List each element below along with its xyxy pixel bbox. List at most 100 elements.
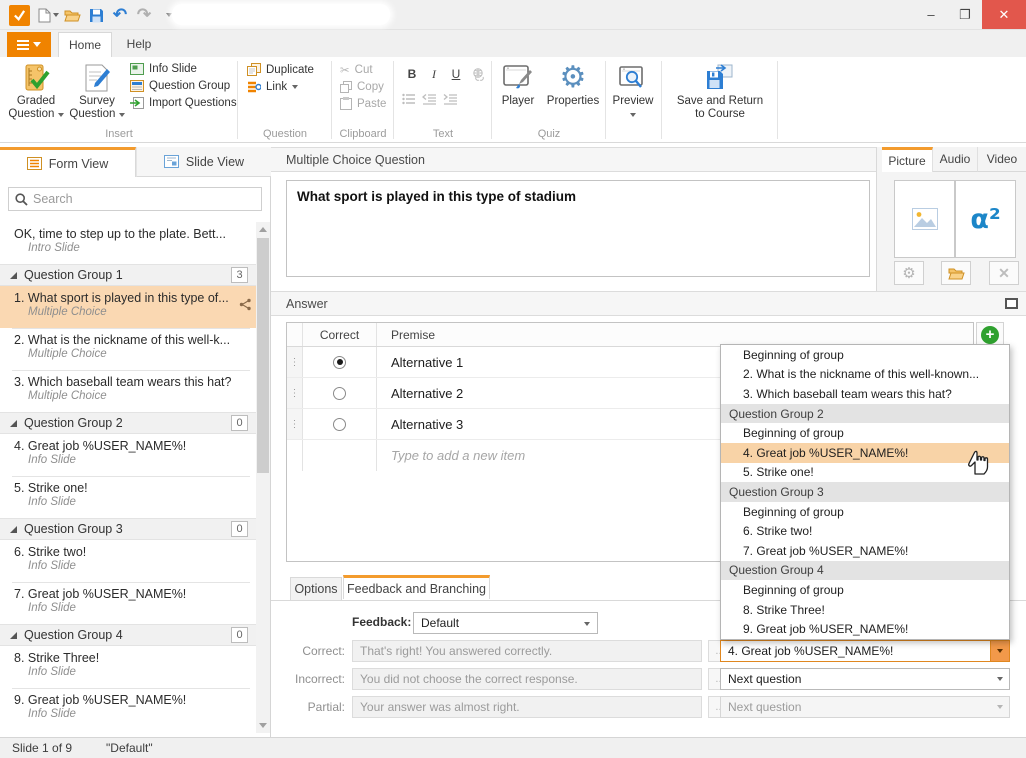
correct-radio[interactable] bbox=[333, 418, 346, 431]
answer-header: Answer bbox=[271, 291, 1026, 316]
collapse-triangle-icon[interactable] bbox=[10, 632, 17, 639]
tab-options[interactable]: Options bbox=[290, 577, 342, 601]
cut-button[interactable]: ✂ Cut bbox=[340, 63, 386, 77]
duplicate-button[interactable]: Duplicate bbox=[247, 63, 314, 76]
player-button[interactable]: Player bbox=[492, 61, 544, 108]
undo-button[interactable]: ↶ bbox=[108, 4, 132, 26]
dropdown-item[interactable]: Beginning of group bbox=[721, 502, 1009, 522]
decrease-indent-button[interactable] bbox=[422, 93, 437, 105]
slide-list-item[interactable]: 7. Great job %USER_NAME%!Info Slide bbox=[0, 582, 256, 624]
picture-placeholder[interactable] bbox=[894, 180, 955, 258]
redo-button[interactable]: ↷ bbox=[132, 4, 156, 26]
chevron-down-icon[interactable] bbox=[990, 669, 1009, 689]
slide-list-item[interactable]: 1. What sport is played in this type of.… bbox=[0, 286, 256, 328]
underline-button[interactable]: U bbox=[446, 65, 466, 83]
tab-form-view[interactable]: Form View bbox=[0, 147, 136, 177]
slide-list-scrollbar[interactable] bbox=[256, 222, 270, 733]
partial-branch-select[interactable]: Next question bbox=[720, 696, 1010, 718]
save-and-return-button[interactable]: Save and Returnto Course bbox=[672, 61, 768, 121]
question-group-header[interactable]: Question Group 20 bbox=[0, 412, 256, 434]
correct-feedback-field[interactable]: That's right! You answered correctly. bbox=[352, 640, 702, 662]
dropdown-item[interactable]: Beginning of group bbox=[721, 580, 1009, 600]
tab-home[interactable]: Home bbox=[58, 32, 112, 57]
slide-list-item[interactable]: 3. Which baseball team wears this hat?Mu… bbox=[0, 370, 256, 412]
picture-settings-button[interactable]: ⚙ bbox=[894, 261, 924, 285]
paste-button[interactable]: Paste bbox=[340, 97, 386, 110]
ribbon-group-text: B I U Text bbox=[394, 57, 492, 143]
dropdown-item[interactable]: 2. What is the nickname of this well-kno… bbox=[721, 365, 1009, 385]
incorrect-feedback-field[interactable]: You did not choose the correct response. bbox=[352, 668, 702, 690]
partial-feedback-field[interactable]: Your answer was almost right. bbox=[352, 696, 702, 718]
dropdown-item[interactable]: 7. Great job %USER_NAME%! bbox=[721, 541, 1009, 561]
equation-placeholder[interactable]: α² bbox=[955, 180, 1016, 258]
picture-icon bbox=[912, 208, 938, 230]
slide-list-item[interactable]: 4. Great job %USER_NAME%!Info Slide bbox=[0, 434, 256, 476]
search-input[interactable] bbox=[33, 192, 255, 206]
dropdown-item[interactable]: 6. Strike two! bbox=[721, 521, 1009, 541]
tab-audio[interactable]: Audio bbox=[933, 147, 978, 172]
scrollbar-thumb[interactable] bbox=[257, 238, 269, 473]
hyperlink-button[interactable] bbox=[468, 65, 488, 83]
question-group-button[interactable]: Question Group bbox=[130, 80, 237, 92]
slide-list-item[interactable]: 8. Strike Three!Info Slide bbox=[0, 646, 256, 688]
tab-video[interactable]: Video bbox=[978, 147, 1026, 172]
drag-handle[interactable]: ⋮ bbox=[287, 378, 303, 408]
ribbon-group-insert: GradedQuestion SurveyQuestion Info Slide… bbox=[0, 57, 238, 143]
correct-radio[interactable] bbox=[333, 356, 346, 369]
graded-question-button[interactable]: GradedQuestion bbox=[5, 61, 67, 121]
collapse-triangle-icon[interactable] bbox=[10, 272, 17, 279]
slide-type-label: Intro Slide bbox=[14, 242, 246, 254]
expand-answer-icon[interactable] bbox=[1005, 298, 1018, 309]
slide-list-item[interactable]: 6. Strike two!Info Slide bbox=[0, 540, 256, 582]
import-questions-button[interactable]: Import Questions bbox=[130, 97, 237, 109]
tab-help[interactable]: Help bbox=[114, 32, 164, 57]
correct-branch-select[interactable]: 4. Great job %USER_NAME%! bbox=[720, 640, 1010, 662]
new-document-button[interactable] bbox=[36, 4, 60, 26]
drag-handle[interactable]: ⋮ bbox=[287, 409, 303, 439]
tab-picture[interactable]: Picture bbox=[882, 147, 933, 172]
search-box[interactable] bbox=[8, 187, 262, 211]
slide-list-item[interactable]: 9. Great job %USER_NAME%!Info Slide bbox=[0, 688, 256, 730]
question-text-box[interactable]: What sport is played in this type of sta… bbox=[286, 180, 870, 277]
dropdown-button[interactable] bbox=[990, 641, 1009, 661]
question-group-header[interactable]: Question Group 13 bbox=[0, 264, 256, 286]
dropdown-item[interactable]: 8. Strike Three! bbox=[721, 600, 1009, 620]
link-button[interactable]: Link bbox=[247, 81, 314, 93]
preview-button[interactable]: Preview bbox=[603, 61, 663, 121]
collapse-triangle-icon[interactable] bbox=[10, 526, 17, 533]
picture-remove-button[interactable]: ✕ bbox=[989, 261, 1019, 285]
tab-feedback-branching[interactable]: Feedback and Branching bbox=[343, 575, 490, 599]
slide-list-item[interactable]: 2. What is the nickname of this well-k..… bbox=[0, 328, 256, 370]
open-file-button[interactable] bbox=[60, 4, 84, 26]
italic-button[interactable]: I bbox=[424, 65, 444, 83]
maximize-button[interactable]: ❐ bbox=[948, 0, 982, 29]
picture-open-button[interactable] bbox=[941, 261, 971, 285]
collapse-triangle-icon[interactable] bbox=[10, 420, 17, 427]
feedback-select[interactable]: Default bbox=[413, 612, 598, 634]
info-slide-button[interactable]: Info Slide bbox=[130, 63, 237, 75]
drag-handle[interactable]: ⋮ bbox=[287, 347, 303, 377]
survey-question-button[interactable]: SurveyQuestion bbox=[66, 61, 128, 121]
tab-slide-view[interactable]: Slide View bbox=[136, 147, 271, 177]
question-group-header[interactable]: Question Group 30 bbox=[0, 518, 256, 540]
scroll-down-icon[interactable] bbox=[259, 723, 267, 728]
correct-radio[interactable] bbox=[333, 387, 346, 400]
dropdown-item[interactable]: Beginning of group bbox=[721, 345, 1009, 365]
incorrect-branch-select[interactable]: Next question bbox=[720, 668, 1010, 690]
dropdown-item[interactable]: 3. Which baseball team wears this hat? bbox=[721, 384, 1009, 404]
app-menu-button[interactable] bbox=[7, 32, 51, 57]
dropdown-item[interactable]: Beginning of group bbox=[721, 423, 1009, 443]
question-group-header[interactable]: Question Group 40 bbox=[0, 624, 256, 646]
slide-list-item[interactable]: OK, time to step up to the plate. Bett..… bbox=[0, 222, 256, 264]
scroll-up-icon[interactable] bbox=[259, 227, 267, 232]
close-button[interactable]: ✕ bbox=[982, 0, 1026, 29]
minimize-button[interactable]: – bbox=[914, 0, 948, 29]
increase-indent-button[interactable] bbox=[443, 93, 458, 105]
save-button[interactable] bbox=[84, 4, 108, 26]
properties-button[interactable]: ⚙ Properties bbox=[542, 61, 604, 108]
copy-button[interactable]: Copy bbox=[340, 81, 386, 93]
bold-button[interactable]: B bbox=[402, 65, 422, 83]
dropdown-item[interactable]: 9. Great job %USER_NAME%! bbox=[721, 619, 1009, 639]
slide-list-item[interactable]: 5. Strike one!Info Slide bbox=[0, 476, 256, 518]
bullet-list-button[interactable] bbox=[402, 93, 416, 105]
